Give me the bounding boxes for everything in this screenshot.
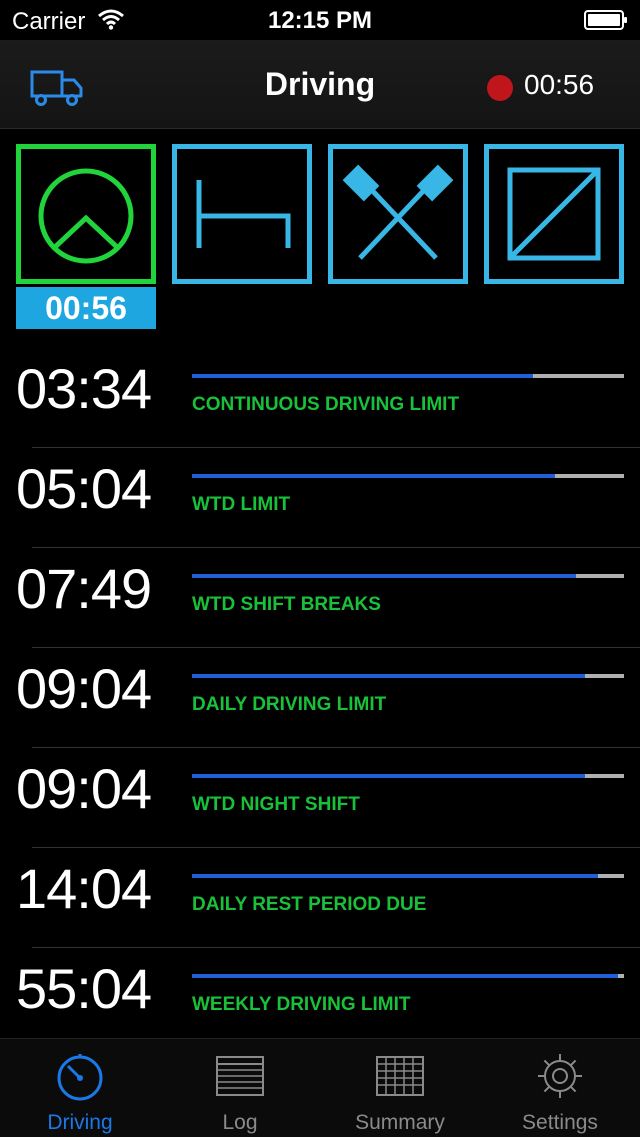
limit-row: 14:04 DAILY REST PERIOD DUE (0, 848, 640, 948)
status-time: 12:15 PM (267, 7, 373, 34)
limit-progress-fill (192, 574, 577, 578)
limit-progress-fill (192, 674, 586, 678)
limit-label: WTD SHIFT BREAKS (192, 594, 381, 615)
limit-progress-fill (192, 474, 555, 478)
limit-time: 09:04 (16, 757, 152, 820)
limit-progress-fill (192, 874, 599, 878)
limit-time: 05:04 (16, 457, 152, 520)
tab-driving[interactable]: Driving (0, 1039, 160, 1137)
limit-time: 03:34 (16, 357, 152, 420)
limit-progress-fill (192, 374, 534, 378)
tab-label: Driving (47, 1111, 113, 1134)
tab-summary[interactable]: Summary (320, 1039, 480, 1137)
driving-mode-button[interactable] (16, 144, 156, 284)
limit-progress-bar (192, 474, 624, 478)
limit-label: DAILY REST PERIOD DUE (192, 894, 427, 915)
limit-progress-bar (192, 674, 624, 678)
active-mode-timer: 00:56 (16, 287, 156, 329)
tab-label: Summary (355, 1111, 445, 1134)
limit-row: 03:34 CONTINUOUS DRIVING LIMIT (0, 348, 640, 448)
limit-label: WTD NIGHT SHIFT (192, 794, 360, 815)
limit-progress-bar (192, 374, 624, 378)
availability-box-icon (484, 144, 624, 284)
limit-time: 09:04 (16, 657, 152, 720)
limit-time: 07:49 (16, 557, 152, 620)
limit-time: 55:04 (16, 957, 152, 1020)
rest-bed-icon (172, 144, 312, 284)
table-grid-icon (376, 1056, 424, 1096)
limit-progress-bar (192, 574, 624, 578)
tab-log[interactable]: Log (160, 1039, 320, 1137)
limit-progress-fill (192, 774, 586, 778)
limit-label: CONTINUOUS DRIVING LIMIT (192, 394, 460, 415)
tab-settings[interactable]: Settings (480, 1039, 640, 1137)
other-work-mode-button[interactable] (328, 144, 468, 284)
availability-mode-button[interactable] (484, 144, 624, 284)
tab-label: Settings (522, 1111, 598, 1134)
limit-row: 09:04 DAILY DRIVING LIMIT (0, 648, 640, 748)
limit-progress-bar (192, 974, 624, 978)
recording-timer: 00:56 (524, 69, 595, 100)
limit-row: 07:49 WTD SHIFT BREAKS (0, 548, 640, 648)
rest-mode-button[interactable] (172, 144, 312, 284)
driving-mode-icon (16, 144, 156, 284)
crossed-hammers-icon (328, 144, 468, 284)
nav-bar: Driving 00:56 (0, 40, 640, 129)
limit-row: 05:04 WTD LIMIT (0, 448, 640, 548)
stopwatch-icon (57, 1054, 103, 1101)
recording-indicator-icon (487, 75, 513, 101)
limit-row: 09:04 WTD NIGHT SHIFT (0, 748, 640, 848)
tab-bar: Driving Log Summary Settings (0, 1038, 640, 1137)
tab-label: Log (222, 1111, 258, 1134)
limit-row: 55:04 WEEKLY DRIVING LIMIT (0, 948, 640, 1048)
limit-label: WTD LIMIT (192, 494, 291, 515)
status-bar: Carrier 12:15 PM (0, 0, 640, 40)
limit-progress-bar (192, 774, 624, 778)
limit-label: DAILY DRIVING LIMIT (192, 694, 387, 715)
limit-time: 14:04 (16, 857, 152, 920)
limit-progress-bar (192, 874, 624, 878)
limit-progress-fill (192, 974, 618, 978)
battery-icon (584, 10, 627, 30)
gear-icon (538, 1054, 582, 1098)
list-grid-icon (216, 1056, 264, 1096)
limit-label: WEEKLY DRIVING LIMIT (192, 994, 411, 1015)
